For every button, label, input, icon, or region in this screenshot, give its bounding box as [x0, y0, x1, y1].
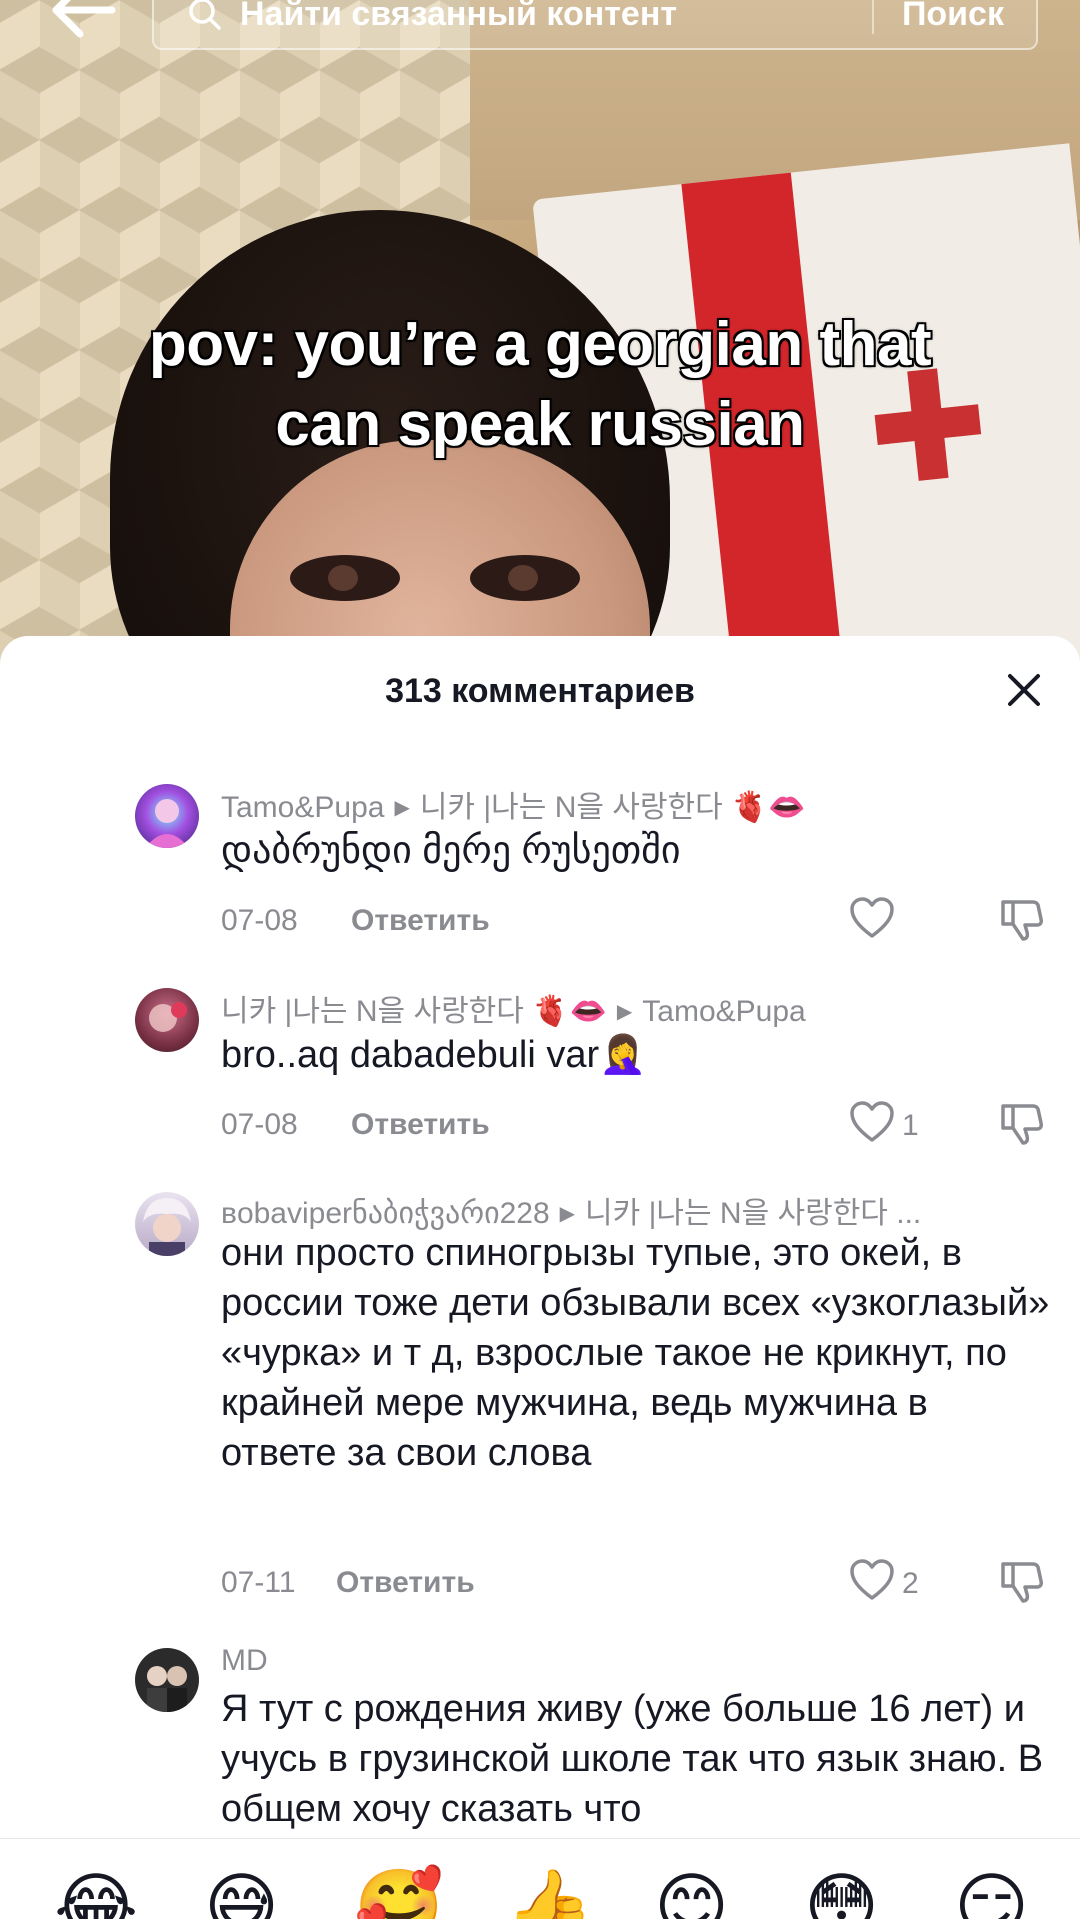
like-count: 1	[902, 1109, 919, 1142]
emoji-button[interactable]: 😳	[804, 1867, 879, 1919]
avatar[interactable]	[135, 784, 199, 848]
person-eye-image	[470, 555, 580, 601]
comment-date: 07-08	[221, 904, 298, 937]
emoji-button[interactable]: 👍	[504, 1867, 594, 1919]
reply-button[interactable]: Ответить	[336, 1566, 475, 1600]
reply-to-author[interactable]: 니카 |나는 N을 사랑한다 ...	[585, 1197, 921, 1230]
avatar[interactable]	[135, 988, 199, 1052]
reply-to-author[interactable]: Tamo&Pupa	[642, 995, 805, 1028]
avatar[interactable]	[135, 1192, 199, 1256]
emoji-button[interactable]: 😂	[54, 1867, 138, 1919]
person-eye-image	[290, 555, 400, 601]
avatar[interactable]	[135, 1648, 199, 1712]
like-count: 2	[902, 1567, 919, 1600]
heart-icon[interactable]	[849, 1100, 895, 1144]
emoji-button[interactable]: 😊	[654, 1867, 729, 1919]
comment-meta: Tamo&Pupa ▶ 니카 |나는 N을 사랑한다 🫀👄	[221, 782, 806, 826]
comment-text: დაბრუნდი მერე რუსეთში	[221, 830, 681, 872]
back-button[interactable]	[48, 0, 118, 40]
comment-actions: 07-08 Ответить 1	[221, 1100, 1051, 1150]
video-caption: pov: you’re a georgian that can speak ru…	[0, 305, 1080, 465]
heart-icon[interactable]	[849, 896, 895, 940]
emoji-quick-bar: 😂 😅 🥰 👍 😊 😳 😏	[0, 1838, 1080, 1919]
comment-author[interactable]: Tamo&Pupa	[221, 791, 384, 824]
emoji-button[interactable]: 🥰	[354, 1867, 444, 1919]
reply-button[interactable]: Ответить	[351, 1108, 490, 1142]
comment-date: 07-08	[221, 1108, 298, 1141]
comment-author[interactable]: 니카 |나는 N을 사랑한다 🫀👄	[221, 995, 607, 1028]
search-bar[interactable]: Найти связанный контент Поиск	[152, 0, 1038, 50]
back-arrow-icon	[52, 0, 116, 38]
heart-icon[interactable]	[849, 1558, 895, 1602]
reply-arrow-icon: ▶	[394, 797, 410, 819]
comment-author[interactable]: вobaviperნაბიჭვარი228	[221, 1197, 550, 1230]
comment-date: 07-11	[221, 1566, 296, 1599]
comment-text: bro..aq dabadebuli var🤦‍♀️	[221, 1034, 647, 1076]
comment-author[interactable]: MD	[221, 1644, 268, 1677]
comment-meta: вobaviperნაბიჭვარი228 ▶ 니카 |나는 N을 사랑한다 ...	[221, 1188, 921, 1232]
reply-arrow-icon: ▶	[616, 1001, 633, 1023]
comments-count-title: 313 комментариев	[385, 672, 695, 710]
caption-line: can speak russian	[275, 390, 805, 459]
emoji-button[interactable]: 😅	[204, 1867, 279, 1919]
search-input[interactable]: Найти связанный контент	[240, 0, 872, 34]
comments-sheet: 313 комментариев Tamo&Pupa ▶ 니카 |나는 N을 사랑한…	[0, 636, 1080, 1919]
emoji-button[interactable]: 😏	[954, 1867, 1029, 1919]
reply-button[interactable]: Ответить	[351, 904, 490, 938]
close-icon[interactable]	[1004, 670, 1044, 710]
reply-arrow-icon: ▶	[559, 1203, 576, 1225]
comment-actions: 07-11 Ответить 2	[221, 1558, 1051, 1608]
search-icon	[189, 0, 221, 30]
dislike-icon[interactable]	[999, 1558, 1045, 1604]
comment-meta: 니카 |나는 N을 사랑한다 🫀👄 ▶ Tamo&Pupa	[221, 986, 806, 1030]
reply-to-author[interactable]: 니카 |나는 N을 사랑한다 🫀👄	[420, 791, 806, 824]
comment-actions: 07-08 Ответить	[221, 896, 1051, 946]
search-button[interactable]: Поиск	[874, 0, 1036, 34]
caption-line: pov: you’re a georgian that	[148, 310, 932, 379]
comment-text: они просто спиногрызы тупые, это окей, в…	[221, 1232, 1050, 1474]
dislike-icon[interactable]	[999, 1100, 1045, 1146]
dislike-icon[interactable]	[999, 896, 1045, 942]
video-background[interactable]: pov: you’re a georgian that can speak ru…	[0, 0, 1080, 700]
comment-text: Я тут с рождения живу (уже больше 16 лет…	[221, 1688, 1044, 1830]
comment-meta: MD	[221, 1644, 268, 1678]
